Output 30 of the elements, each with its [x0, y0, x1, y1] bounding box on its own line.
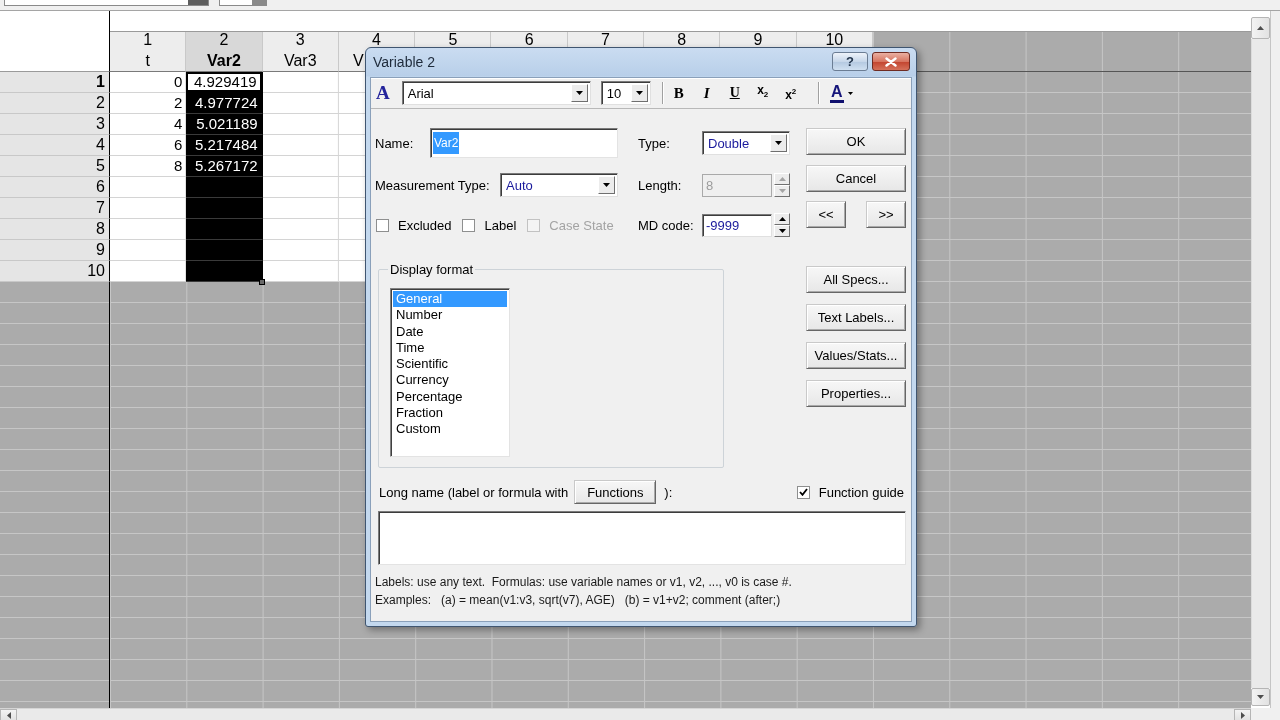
- column-number: 7: [600, 32, 610, 47]
- column-number: 5: [448, 32, 458, 47]
- field-label: Long name (label or formula with: [379, 484, 569, 500]
- field-label: ):: [664, 484, 673, 500]
- field-label: Type:: [638, 135, 671, 151]
- checkbox-label: Case State: [549, 217, 614, 233]
- column-number: 4: [372, 32, 381, 47]
- field-label: Length:: [638, 177, 683, 193]
- column-number: 3: [295, 32, 305, 47]
- column-number: 9: [753, 32, 763, 47]
- help-text: Labels: use any text. Formulas: use variable names or v1, v2, ..., v0 is case #.: [375, 574, 793, 591]
- column-name: Var2: [207, 51, 241, 70]
- window-title: Variable 2: [373, 54, 435, 71]
- field-label: Name:: [375, 135, 415, 151]
- font-icon: A: [376, 83, 390, 103]
- checkbox-label: Function guide: [818, 484, 904, 500]
- column-number: 8: [677, 32, 687, 47]
- column-name: V: [352, 51, 364, 70]
- column-number: 2: [219, 32, 229, 47]
- checkbox-label: Excluded: [398, 217, 452, 233]
- column-number: 1: [143, 32, 153, 47]
- checkbox-label: Label: [484, 217, 517, 233]
- help-text: Examples: (a) = mean(v1:v3, sqrt(v7), AGE) (b) = v1+v2; comment (after;): [375, 592, 782, 609]
- field-label: MD code:: [638, 217, 695, 233]
- group-label: Display format: [389, 262, 475, 277]
- column-number: 10: [825, 32, 844, 47]
- column-name: Var3: [283, 51, 317, 70]
- field-label: Measurement Type:: [375, 177, 491, 193]
- column-number: 6: [524, 32, 534, 47]
- column-name: t: [145, 51, 150, 70]
